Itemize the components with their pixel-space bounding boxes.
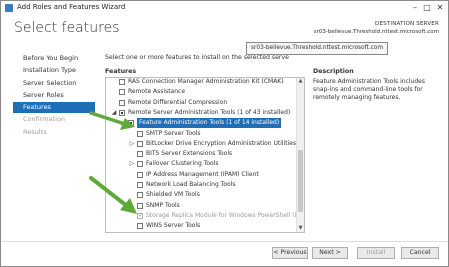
server-manager-icon <box>5 4 13 12</box>
destination-server-label: DESTINATION SERVER <box>375 21 439 27</box>
minimize-icon[interactable]: – <box>410 3 420 12</box>
page-title: Select features <box>14 20 120 36</box>
feature-checkbox[interactable] <box>119 99 125 106</box>
feature-row[interactable]: ▷ Failover Clustering Tools <box>107 159 297 169</box>
feature-label: Network Load Balancing Tools <box>146 181 236 188</box>
footer-divider <box>2 241 448 242</box>
description-heading: Description <box>313 68 354 75</box>
close-icon[interactable]: ✕ <box>435 3 445 12</box>
nav-item-confirmation: Confirmation <box>23 115 66 124</box>
feature-checkbox[interactable] <box>137 151 143 158</box>
wizard-nav: Before You Begin Installation Type Serve… <box>13 53 95 139</box>
feature-row[interactable]: WINS Server Tools <box>107 221 297 231</box>
feature-label: Shielded VM Tools <box>146 191 200 199</box>
feature-row[interactable]: BITS Server Extensions Tools <box>107 149 297 159</box>
feature-label: SMTP Server Tools <box>146 129 201 137</box>
description-text: Feature Administration Tools includes sn… <box>313 78 425 102</box>
nav-item-installation-type[interactable]: Installation Type <box>13 65 95 76</box>
title-bar: Add Roles and Features Wizard – □ ✕ <box>1 1 448 15</box>
expand-icon[interactable]: ▷ <box>129 139 135 149</box>
feature-label: Storage Replica Module for Windows Power… <box>146 211 305 219</box>
next-button[interactable]: Next > <box>312 247 348 259</box>
tree-scrollbar[interactable]: ▲ ▼ <box>296 78 304 232</box>
feature-row[interactable]: Remote Differential Compression <box>107 98 297 108</box>
expand-icon[interactable]: ▷ <box>129 159 135 169</box>
window-title: Add Roles and Features Wizard <box>17 3 126 11</box>
nav-item-server-roles[interactable]: Server Roles <box>13 90 95 101</box>
wizard-window: Add Roles and Features Wizard – □ ✕ Sele… <box>0 0 449 267</box>
feature-label: IP Address Management (IPAM) Client <box>146 170 259 178</box>
feature-label: SNMP Tools <box>146 201 180 209</box>
feature-label: Remote Differential Compression <box>128 98 228 106</box>
feature-checkbox[interactable] <box>137 140 143 147</box>
features-heading: Features <box>105 68 137 75</box>
feature-row[interactable]: ▷ BitLocker Drive Encryption Administrati… <box>107 139 297 149</box>
feature-checkbox[interactable] <box>137 223 143 230</box>
nav-item-server-selection[interactable]: Server Selection <box>13 78 95 89</box>
feature-label: Remote Server Administration Tools (1 of… <box>128 108 291 116</box>
feature-row[interactable]: RAS Connection Manager Administration Ki… <box>107 78 297 87</box>
feature-label: Failover Clustering Tools <box>146 160 219 168</box>
annotation-arrow-icon <box>89 111 135 130</box>
nav-item-features[interactable]: Features <box>13 102 95 114</box>
server-name-tooltip: sr03-bellevue.Threshold.nttest.microsoft… <box>246 42 389 55</box>
scroll-down-icon[interactable]: ▼ <box>297 225 304 232</box>
feature-label: RAS Connection Manager Administration Ki… <box>128 78 284 85</box>
scrollbar-thumb[interactable] <box>298 150 303 212</box>
destination-server-value: sr03-bellevue.Threshold.nttest.microsoft… <box>313 29 439 35</box>
maximize-icon[interactable]: □ <box>422 3 432 12</box>
feature-label: BitLocker Drive Encryption Administratio… <box>146 139 297 147</box>
feature-checkbox[interactable] <box>119 79 125 85</box>
feature-label: BITS Server Extensions Tools <box>146 150 233 158</box>
feature-row[interactable]: Remote Assistance <box>107 87 297 97</box>
install-button: Install <box>357 247 395 259</box>
feature-checkbox[interactable] <box>137 161 143 168</box>
feature-label: Feature Administration Tools (1 of 14 in… <box>137 118 282 129</box>
feature-label: WINS Server Tools <box>146 222 201 230</box>
feature-label: Remote Assistance <box>128 88 186 96</box>
nav-item-before-you-begin[interactable]: Before You Begin <box>13 53 95 64</box>
cancel-button[interactable]: Cancel <box>401 247 439 259</box>
nav-item-results: Results <box>23 127 47 136</box>
previous-button[interactable]: < Previous <box>272 247 308 259</box>
feature-checkbox[interactable] <box>119 89 125 96</box>
instruction-text: Select one or more features to install o… <box>105 54 289 61</box>
annotation-arrow-icon <box>89 176 137 214</box>
feature-checkbox[interactable] <box>137 130 143 137</box>
scroll-up-icon[interactable]: ▲ <box>297 78 304 85</box>
